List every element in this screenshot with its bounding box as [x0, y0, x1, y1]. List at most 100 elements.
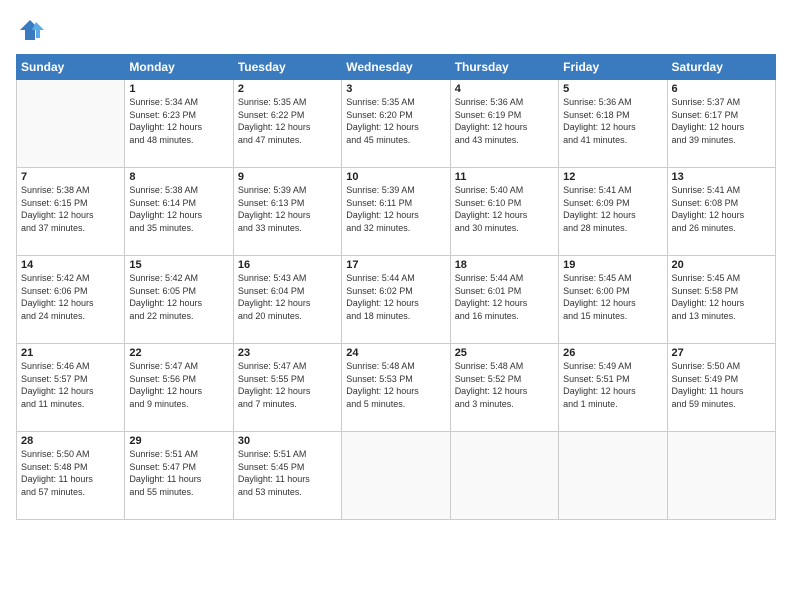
calendar-cell: 10Sunrise: 5:39 AM Sunset: 6:11 PM Dayli…	[342, 168, 450, 256]
day-info: Sunrise: 5:50 AM Sunset: 5:48 PM Dayligh…	[21, 448, 120, 498]
day-number: 30	[238, 435, 337, 447]
day-number: 26	[563, 347, 662, 359]
calendar-cell	[450, 432, 558, 520]
calendar-week-row: 7Sunrise: 5:38 AM Sunset: 6:15 PM Daylig…	[17, 168, 776, 256]
calendar-cell: 28Sunrise: 5:50 AM Sunset: 5:48 PM Dayli…	[17, 432, 125, 520]
page-container: SundayMondayTuesdayWednesdayThursdayFrid…	[0, 0, 792, 612]
day-info: Sunrise: 5:47 AM Sunset: 5:56 PM Dayligh…	[129, 360, 228, 410]
day-number: 28	[21, 435, 120, 447]
day-info: Sunrise: 5:42 AM Sunset: 6:06 PM Dayligh…	[21, 272, 120, 322]
day-number: 3	[346, 83, 445, 95]
day-number: 2	[238, 83, 337, 95]
calendar-cell: 20Sunrise: 5:45 AM Sunset: 5:58 PM Dayli…	[667, 256, 775, 344]
calendar-header-sunday: Sunday	[17, 55, 125, 80]
calendar-cell: 9Sunrise: 5:39 AM Sunset: 6:13 PM Daylig…	[233, 168, 341, 256]
day-info: Sunrise: 5:42 AM Sunset: 6:05 PM Dayligh…	[129, 272, 228, 322]
day-number: 4	[455, 83, 554, 95]
calendar-header-row: SundayMondayTuesdayWednesdayThursdayFrid…	[17, 55, 776, 80]
calendar-week-row: 21Sunrise: 5:46 AM Sunset: 5:57 PM Dayli…	[17, 344, 776, 432]
calendar-cell: 14Sunrise: 5:42 AM Sunset: 6:06 PM Dayli…	[17, 256, 125, 344]
day-info: Sunrise: 5:35 AM Sunset: 6:20 PM Dayligh…	[346, 96, 445, 146]
calendar-cell: 3Sunrise: 5:35 AM Sunset: 6:20 PM Daylig…	[342, 80, 450, 168]
calendar-cell: 21Sunrise: 5:46 AM Sunset: 5:57 PM Dayli…	[17, 344, 125, 432]
day-info: Sunrise: 5:48 AM Sunset: 5:53 PM Dayligh…	[346, 360, 445, 410]
day-number: 8	[129, 171, 228, 183]
day-number: 7	[21, 171, 120, 183]
day-number: 14	[21, 259, 120, 271]
day-number: 21	[21, 347, 120, 359]
day-number: 17	[346, 259, 445, 271]
calendar-cell: 18Sunrise: 5:44 AM Sunset: 6:01 PM Dayli…	[450, 256, 558, 344]
calendar-cell: 1Sunrise: 5:34 AM Sunset: 6:23 PM Daylig…	[125, 80, 233, 168]
day-info: Sunrise: 5:41 AM Sunset: 6:09 PM Dayligh…	[563, 184, 662, 234]
day-number: 20	[672, 259, 771, 271]
day-info: Sunrise: 5:50 AM Sunset: 5:49 PM Dayligh…	[672, 360, 771, 410]
day-info: Sunrise: 5:43 AM Sunset: 6:04 PM Dayligh…	[238, 272, 337, 322]
calendar-header-saturday: Saturday	[667, 55, 775, 80]
day-info: Sunrise: 5:47 AM Sunset: 5:55 PM Dayligh…	[238, 360, 337, 410]
calendar-cell: 12Sunrise: 5:41 AM Sunset: 6:09 PM Dayli…	[559, 168, 667, 256]
day-info: Sunrise: 5:34 AM Sunset: 6:23 PM Dayligh…	[129, 96, 228, 146]
calendar-cell: 6Sunrise: 5:37 AM Sunset: 6:17 PM Daylig…	[667, 80, 775, 168]
calendar-table: SundayMondayTuesdayWednesdayThursdayFrid…	[16, 54, 776, 520]
day-info: Sunrise: 5:38 AM Sunset: 6:14 PM Dayligh…	[129, 184, 228, 234]
calendar-header-wednesday: Wednesday	[342, 55, 450, 80]
calendar-cell	[667, 432, 775, 520]
calendar-header-thursday: Thursday	[450, 55, 558, 80]
calendar-week-row: 28Sunrise: 5:50 AM Sunset: 5:48 PM Dayli…	[17, 432, 776, 520]
calendar-cell	[342, 432, 450, 520]
day-info: Sunrise: 5:39 AM Sunset: 6:11 PM Dayligh…	[346, 184, 445, 234]
calendar-cell: 23Sunrise: 5:47 AM Sunset: 5:55 PM Dayli…	[233, 344, 341, 432]
day-info: Sunrise: 5:45 AM Sunset: 5:58 PM Dayligh…	[672, 272, 771, 322]
calendar-cell: 13Sunrise: 5:41 AM Sunset: 6:08 PM Dayli…	[667, 168, 775, 256]
logo	[16, 16, 46, 44]
day-number: 15	[129, 259, 228, 271]
calendar-cell: 24Sunrise: 5:48 AM Sunset: 5:53 PM Dayli…	[342, 344, 450, 432]
day-info: Sunrise: 5:51 AM Sunset: 5:47 PM Dayligh…	[129, 448, 228, 498]
calendar-header-monday: Monday	[125, 55, 233, 80]
day-number: 22	[129, 347, 228, 359]
day-number: 18	[455, 259, 554, 271]
day-info: Sunrise: 5:40 AM Sunset: 6:10 PM Dayligh…	[455, 184, 554, 234]
header	[16, 16, 776, 44]
day-info: Sunrise: 5:51 AM Sunset: 5:45 PM Dayligh…	[238, 448, 337, 498]
calendar-cell: 27Sunrise: 5:50 AM Sunset: 5:49 PM Dayli…	[667, 344, 775, 432]
calendar-cell: 4Sunrise: 5:36 AM Sunset: 6:19 PM Daylig…	[450, 80, 558, 168]
day-info: Sunrise: 5:39 AM Sunset: 6:13 PM Dayligh…	[238, 184, 337, 234]
calendar-cell	[559, 432, 667, 520]
day-number: 23	[238, 347, 337, 359]
calendar-cell: 5Sunrise: 5:36 AM Sunset: 6:18 PM Daylig…	[559, 80, 667, 168]
day-info: Sunrise: 5:49 AM Sunset: 5:51 PM Dayligh…	[563, 360, 662, 410]
day-info: Sunrise: 5:44 AM Sunset: 6:01 PM Dayligh…	[455, 272, 554, 322]
calendar-cell: 7Sunrise: 5:38 AM Sunset: 6:15 PM Daylig…	[17, 168, 125, 256]
calendar-cell: 22Sunrise: 5:47 AM Sunset: 5:56 PM Dayli…	[125, 344, 233, 432]
day-number: 16	[238, 259, 337, 271]
day-number: 9	[238, 171, 337, 183]
calendar-cell: 16Sunrise: 5:43 AM Sunset: 6:04 PM Dayli…	[233, 256, 341, 344]
day-number: 1	[129, 83, 228, 95]
calendar-week-row: 14Sunrise: 5:42 AM Sunset: 6:06 PM Dayli…	[17, 256, 776, 344]
calendar-cell: 30Sunrise: 5:51 AM Sunset: 5:45 PM Dayli…	[233, 432, 341, 520]
calendar-cell: 25Sunrise: 5:48 AM Sunset: 5:52 PM Dayli…	[450, 344, 558, 432]
calendar-header-friday: Friday	[559, 55, 667, 80]
day-info: Sunrise: 5:44 AM Sunset: 6:02 PM Dayligh…	[346, 272, 445, 322]
day-number: 6	[672, 83, 771, 95]
day-info: Sunrise: 5:36 AM Sunset: 6:19 PM Dayligh…	[455, 96, 554, 146]
calendar-cell	[17, 80, 125, 168]
calendar-cell: 15Sunrise: 5:42 AM Sunset: 6:05 PM Dayli…	[125, 256, 233, 344]
calendar-week-row: 1Sunrise: 5:34 AM Sunset: 6:23 PM Daylig…	[17, 80, 776, 168]
day-info: Sunrise: 5:45 AM Sunset: 6:00 PM Dayligh…	[563, 272, 662, 322]
calendar-cell: 2Sunrise: 5:35 AM Sunset: 6:22 PM Daylig…	[233, 80, 341, 168]
day-info: Sunrise: 5:35 AM Sunset: 6:22 PM Dayligh…	[238, 96, 337, 146]
day-info: Sunrise: 5:38 AM Sunset: 6:15 PM Dayligh…	[21, 184, 120, 234]
day-info: Sunrise: 5:48 AM Sunset: 5:52 PM Dayligh…	[455, 360, 554, 410]
day-number: 24	[346, 347, 445, 359]
day-number: 11	[455, 171, 554, 183]
calendar-header-tuesday: Tuesday	[233, 55, 341, 80]
calendar-cell: 26Sunrise: 5:49 AM Sunset: 5:51 PM Dayli…	[559, 344, 667, 432]
day-number: 10	[346, 171, 445, 183]
calendar-cell: 8Sunrise: 5:38 AM Sunset: 6:14 PM Daylig…	[125, 168, 233, 256]
day-info: Sunrise: 5:37 AM Sunset: 6:17 PM Dayligh…	[672, 96, 771, 146]
day-number: 29	[129, 435, 228, 447]
calendar-cell: 17Sunrise: 5:44 AM Sunset: 6:02 PM Dayli…	[342, 256, 450, 344]
